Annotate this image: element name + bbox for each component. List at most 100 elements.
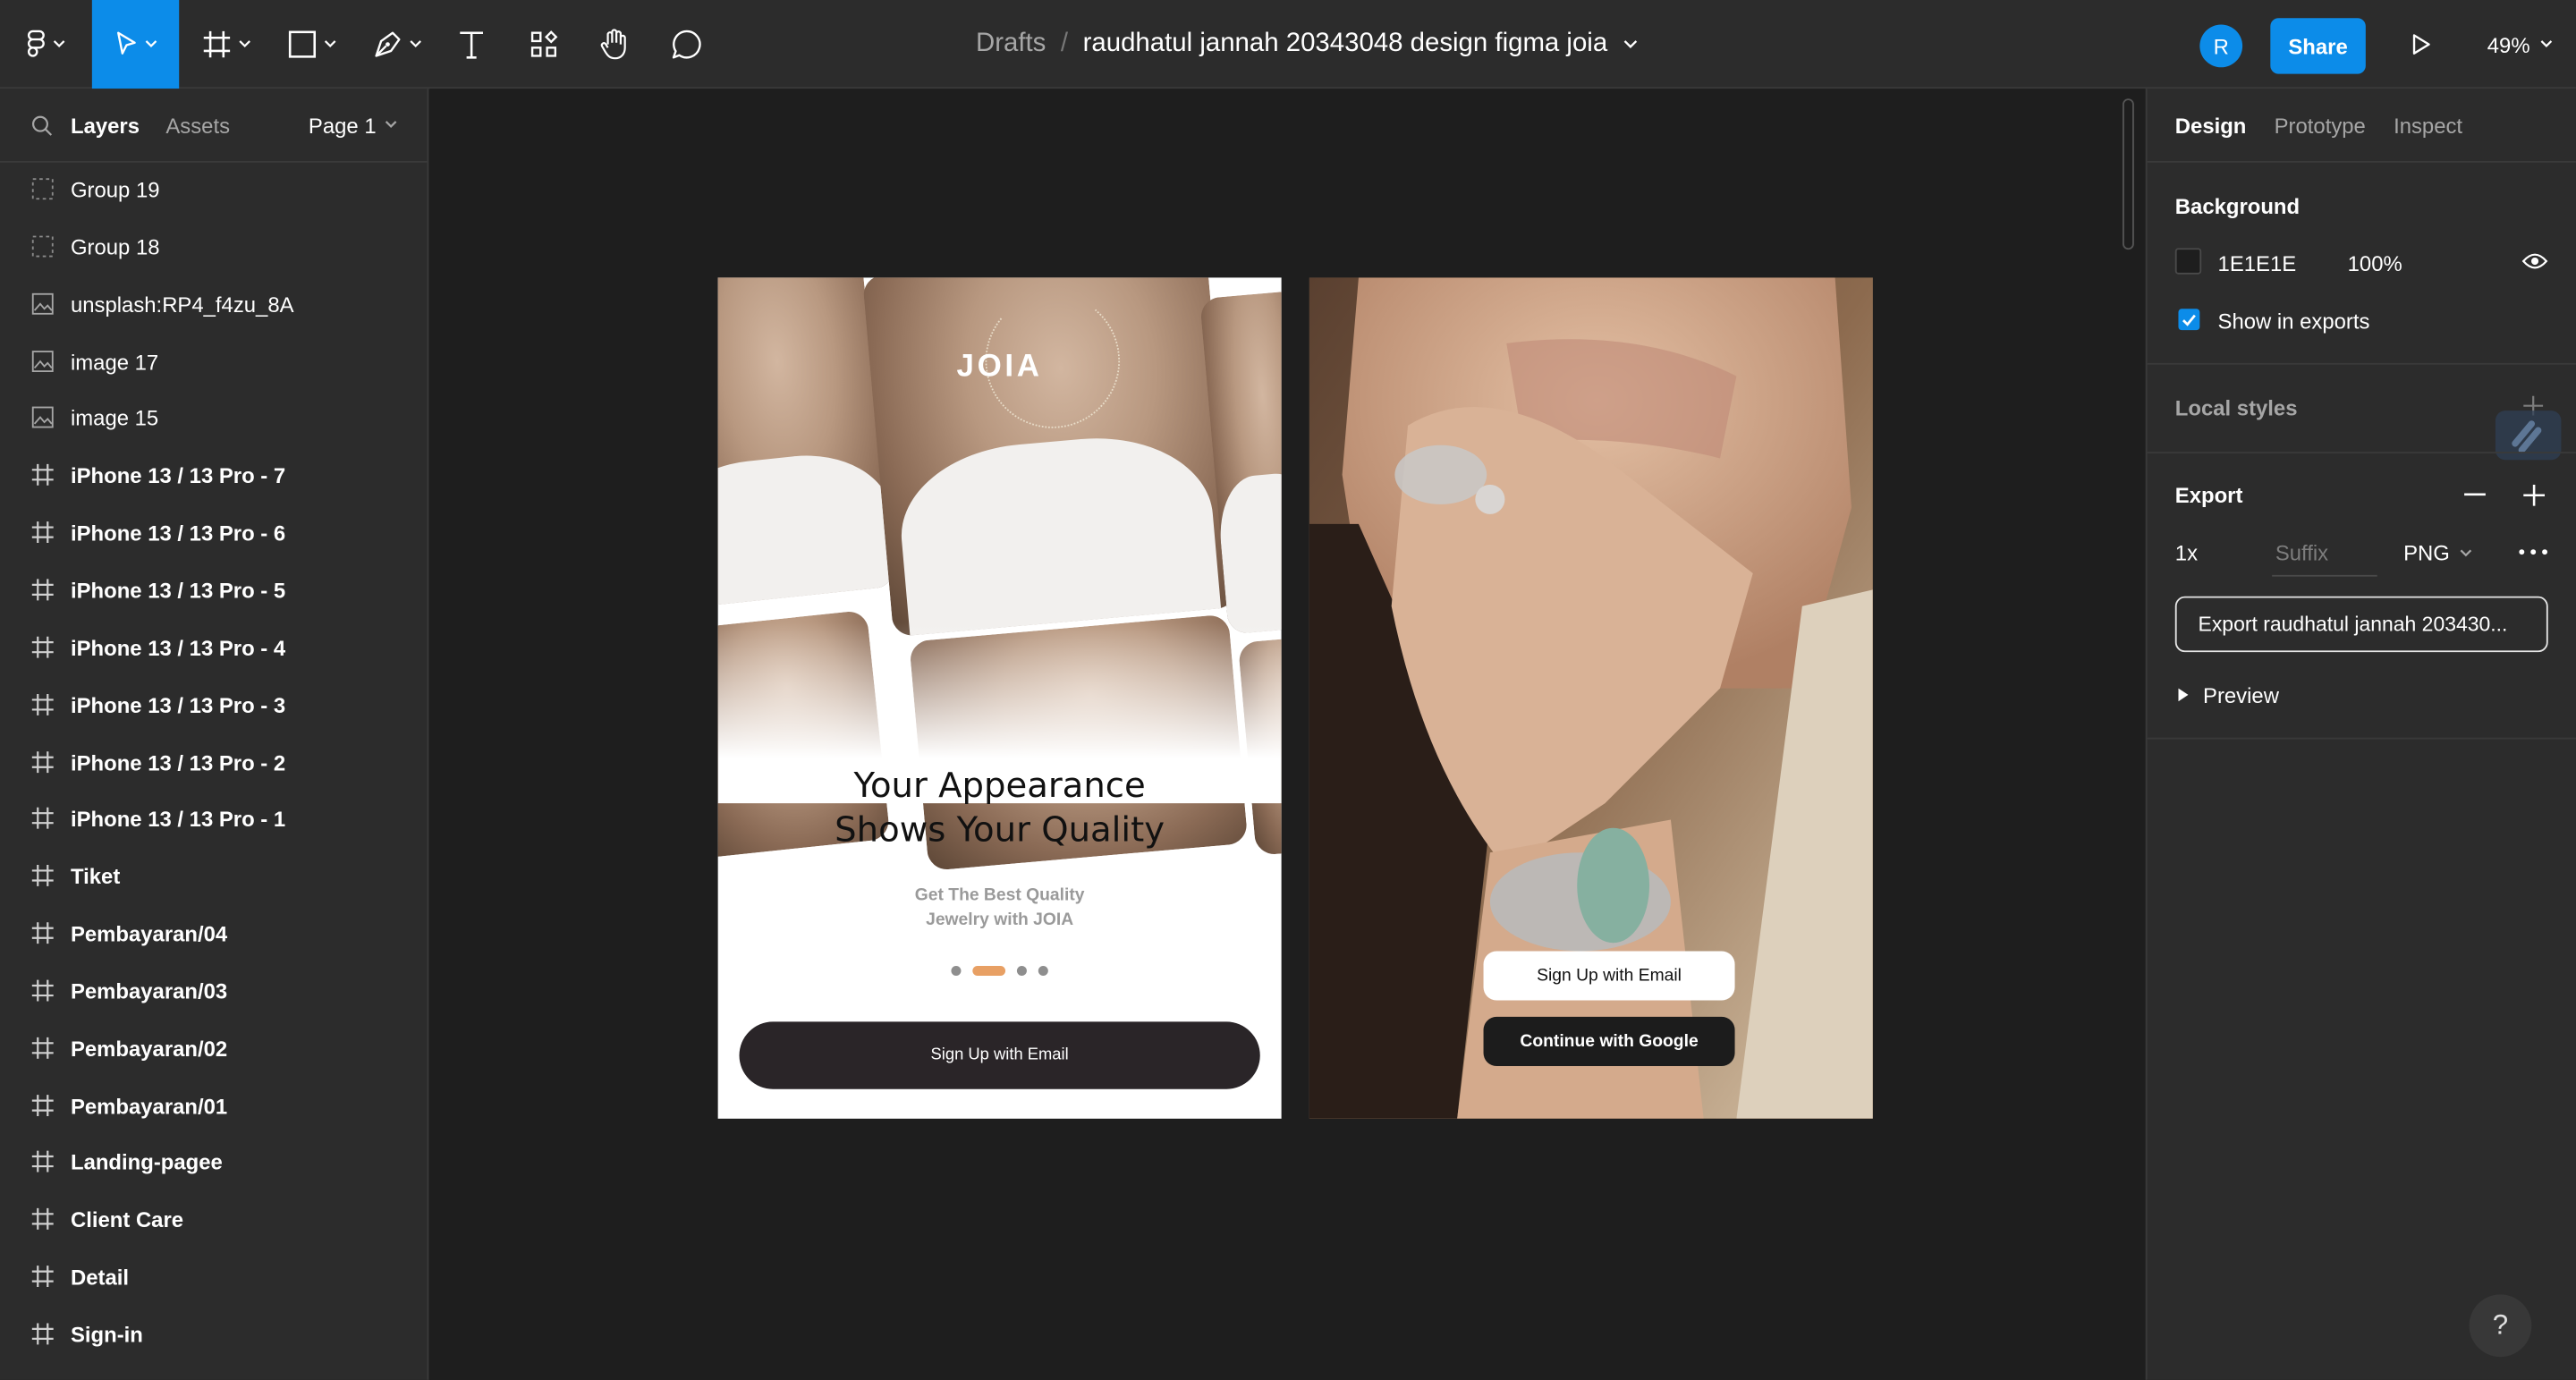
sign-up-email-button[interactable]: Sign Up with Email — [1483, 951, 1735, 1001]
layer-item[interactable]: iPhone 13 / 13 Pro - 7 — [0, 447, 428, 504]
shape-tool-button[interactable] — [276, 0, 349, 89]
zoom-control[interactable]: 49% — [2487, 0, 2554, 89]
left-panel-tabs: Layers Assets Page 1 — [0, 89, 428, 163]
sign-in-frame[interactable]: Sign Up with Email Continue with Google — [1309, 277, 1873, 1119]
frame-icon — [31, 692, 55, 715]
cursor-arrow-icon — [116, 31, 135, 55]
layer-item[interactable]: Pembayaran/04 — [0, 905, 428, 962]
search-icon[interactable] — [31, 114, 53, 136]
eye-icon[interactable] — [2521, 251, 2548, 271]
frame-tool-button[interactable] — [191, 0, 263, 89]
layer-label: Pembayaran/01 — [70, 1093, 228, 1119]
comment-tool-button[interactable] — [657, 0, 716, 89]
user-avatar[interactable]: R — [2199, 24, 2243, 68]
landing-frame[interactable]: JOIA Your Appearance Shows Your Quality … — [717, 277, 1282, 1119]
page-selector[interactable]: Page 1 — [309, 89, 398, 161]
brand-logo: JOIA — [956, 350, 1043, 385]
layer-item[interactable]: Tiket — [0, 848, 428, 905]
layer-item[interactable]: iPhone 13 / 13 Pro - 5 — [0, 562, 428, 619]
layer-label: Detail — [70, 1265, 130, 1291]
frame-icon — [31, 807, 55, 830]
tab-design[interactable]: Design — [2175, 113, 2247, 138]
canvas-vertical-scrollbar[interactable] — [2123, 98, 2134, 250]
frame-icon — [31, 1323, 55, 1346]
properties-panel: Design Prototype Inspect Background 1E1E… — [2145, 89, 2576, 1380]
image-icon — [31, 292, 55, 315]
present-button[interactable] — [2395, 0, 2448, 89]
tab-layers[interactable]: Layers — [71, 113, 140, 138]
export-button[interactable]: Export raudhatul jannah 203430... — [2174, 596, 2548, 653]
tab-assets[interactable]: Assets — [165, 113, 230, 138]
background-color-swatch[interactable] — [2174, 248, 2202, 275]
pen-tool-button[interactable] — [361, 0, 434, 89]
layer-label: iPhone 13 / 13 Pro - 2 — [70, 749, 286, 775]
minus-icon[interactable] — [2464, 493, 2486, 496]
layer-item[interactable]: Detail — [0, 1249, 428, 1306]
layer-item[interactable]: Group 19 — [0, 161, 428, 218]
export-format-select[interactable]: PNG — [2403, 540, 2472, 565]
layer-item[interactable]: iPhone 13 / 13 Pro - 3 — [0, 676, 428, 733]
carousel-dot[interactable] — [951, 965, 962, 976]
layer-item[interactable]: Group 18 — [0, 218, 428, 275]
subheadline-line: Jewelry with JOIA — [926, 910, 1074, 930]
continue-google-button[interactable]: Continue with Google — [1483, 1016, 1735, 1067]
pen-icon — [375, 31, 401, 57]
hand-tool-button[interactable] — [585, 0, 644, 89]
layer-label: Pembayaran/02 — [70, 1036, 228, 1062]
carousel-dot-active[interactable] — [972, 965, 1006, 976]
layer-item[interactable]: Sign-in — [0, 1306, 428, 1363]
layer-item[interactable]: image 15 — [0, 390, 428, 447]
chevron-down-icon — [2540, 40, 2553, 47]
plus-icon[interactable] — [2523, 484, 2546, 506]
layer-item[interactable]: iPhone 13 / 13 Pro - 2 — [0, 733, 428, 791]
layer-item[interactable]: Pembayaran/02 — [0, 1020, 428, 1077]
help-button[interactable]: ? — [2469, 1294, 2532, 1358]
comment-bubble-icon — [672, 30, 701, 59]
move-tool-button[interactable] — [91, 0, 180, 89]
share-button[interactable]: Share — [2270, 18, 2366, 74]
layer-item[interactable]: iPhone 13 / 13 Pro - 6 — [0, 504, 428, 562]
main-menu-button[interactable] — [13, 0, 79, 89]
layer-label: iPhone 13 / 13 Pro - 1 — [70, 807, 286, 833]
layer-item[interactable]: iPhone 13 / 13 Pro - 4 — [0, 619, 428, 676]
layer-label: Tiket — [70, 864, 121, 889]
layer-item[interactable]: Client Care — [0, 1191, 428, 1249]
layer-item[interactable]: Pembayaran/01 — [0, 1077, 428, 1134]
text-tool-button[interactable] — [444, 0, 499, 89]
frame-icon — [31, 921, 55, 944]
frame-icon — [31, 521, 55, 544]
carousel-dot[interactable] — [1038, 965, 1048, 976]
headline: Your Appearance Shows Your Quality — [718, 764, 1282, 852]
design-canvas[interactable] — [430, 89, 2146, 1380]
export-suffix-input[interactable]: Suffix — [2275, 540, 2328, 565]
background-hex-value[interactable]: 1E1E1E — [2218, 251, 2297, 276]
layer-item[interactable]: iPhone 13 / 13 Pro - 1 — [0, 791, 428, 848]
show-in-exports-checkbox[interactable] — [2178, 309, 2200, 331]
tab-inspect[interactable]: Inspect — [2394, 113, 2462, 138]
export-scale[interactable]: 1x — [2175, 540, 2198, 565]
layer-item[interactable]: Landing-pagee — [0, 1134, 428, 1191]
frame-icon — [31, 463, 55, 487]
disclosure-triangle-icon[interactable] — [2178, 688, 2189, 702]
frame-icon — [31, 1266, 55, 1289]
layer-item[interactable]: image 17 — [0, 333, 428, 390]
chevron-down-icon — [410, 40, 421, 47]
layer-item[interactable]: Pembayaran/03 — [0, 962, 428, 1020]
figma-logo-icon — [28, 30, 45, 57]
file-name[interactable]: raudhatul jannah 20343048 design figma j… — [1083, 30, 1608, 59]
layer-label: unsplash:RP4_f4zu_8A — [70, 292, 294, 317]
chevron-down-icon[interactable] — [1624, 39, 1640, 49]
more-options-icon[interactable] — [2519, 548, 2548, 555]
sign-up-email-button[interactable]: Sign Up with Email — [739, 1021, 1260, 1089]
layer-item[interactable]: unsplash:RP4_f4zu_8A — [0, 275, 428, 333]
breadcrumb-drafts[interactable]: Drafts — [976, 30, 1046, 59]
frame-icon — [31, 1093, 55, 1116]
background-opacity-value[interactable]: 100% — [2348, 251, 2402, 276]
layer-label: image 15 — [70, 406, 159, 431]
carousel-dot[interactable] — [1016, 965, 1027, 976]
frame-icon — [31, 635, 55, 658]
tab-prototype[interactable]: Prototype — [2275, 113, 2366, 138]
preview-toggle[interactable]: Preview — [2203, 683, 2279, 708]
resources-tool-button[interactable] — [514, 0, 573, 89]
frame-icon — [31, 578, 55, 601]
